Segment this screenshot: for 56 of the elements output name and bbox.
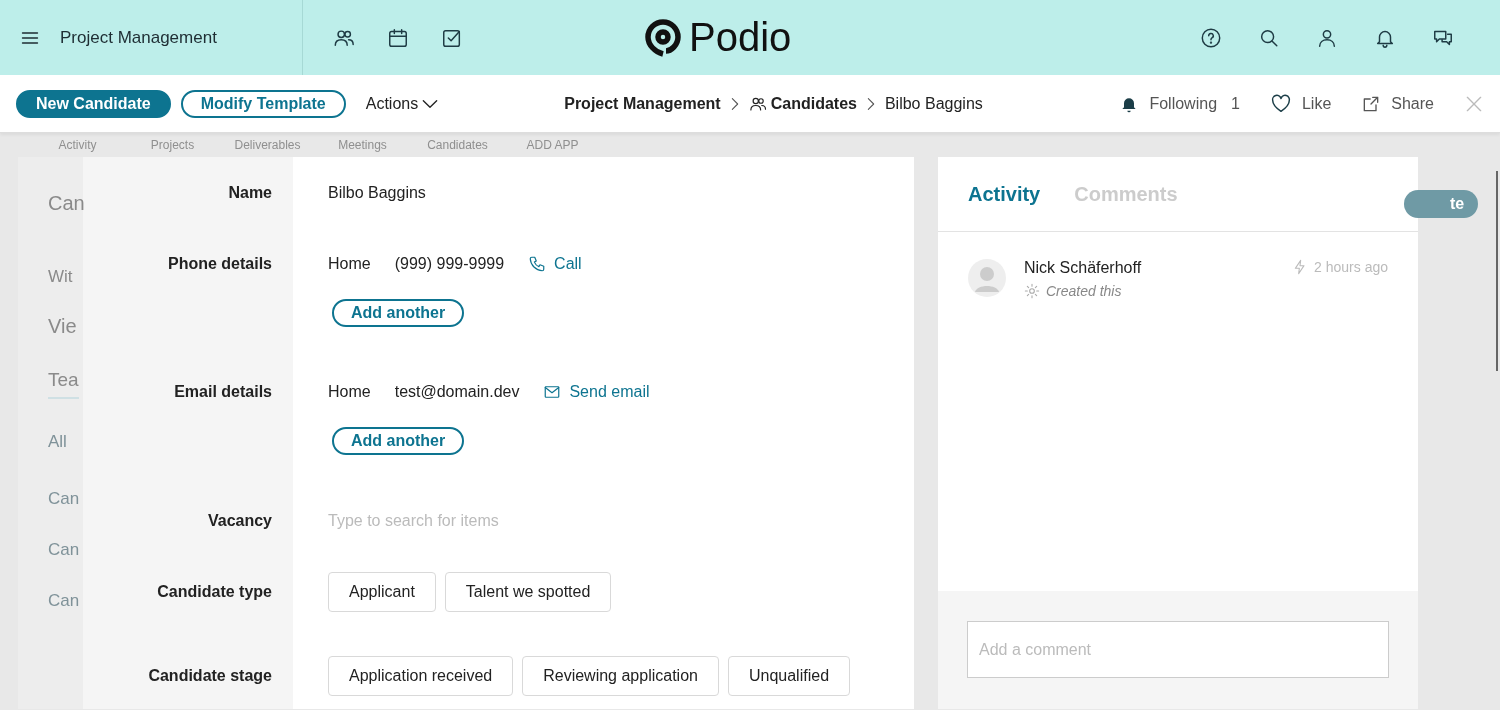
background-text: Vie [48,315,77,338]
background-text: Wit [48,267,73,287]
field-label: Vacancy [207,512,272,529]
activity-tab[interactable]: Activity [968,182,1041,206]
field-value: test@domain.dev [394,383,520,401]
field-label: Candidate type [157,583,272,600]
workspace-title: Project Management [60,27,217,48]
option-button[interactable]: Talent we spotted [444,572,612,612]
author-name: Nick Schäferhoff [1024,259,1142,277]
scrollbar[interactable] [1496,171,1498,371]
add-another-button[interactable]: Add another [332,299,465,327]
field-value: (999) 999-9999 [394,255,505,273]
field-label: Phone details [167,255,272,272]
field-label: Candidate stage [148,667,272,684]
help-button[interactable] [1200,26,1222,49]
contact-action-link[interactable]: Send email [543,383,650,401]
activity-action: Created this [1046,283,1122,299]
background-text: Tea [48,369,79,399]
actions-dropdown[interactable]: Actions [365,93,441,114]
breadcrumb-link[interactable]: Project Management [564,94,721,113]
envelope-icon [543,383,562,401]
heart-icon [1269,92,1292,115]
follower-count: 1 [1231,94,1240,113]
phone-icon [528,255,547,273]
field-label: Email details [174,383,272,400]
new-candidate-button[interactable]: New Candidate [16,89,171,118]
contact-action-link[interactable]: Call [528,255,582,273]
pin-logo-icon [645,18,681,57]
avatar-icon [968,259,1006,297]
timestamp: 2 hours ago [1314,259,1388,275]
field-value: Bilbo Baggins [328,184,426,202]
breadcrumb-link[interactable]: Bilbo Baggins [884,94,983,113]
option-button[interactable]: Application received [328,656,514,696]
background-text: Can [48,540,80,560]
contact-type: Home [328,255,371,273]
calendar-icon [387,26,409,49]
background-text: Can [48,192,85,215]
comment-field[interactable]: Add a comment [967,621,1389,678]
option-button[interactable]: Unqualified [727,656,851,696]
logo-text: Podio [689,15,792,60]
modify-template-button[interactable]: Modify Template [180,89,346,118]
search-field[interactable]: Type to search for items [328,512,728,530]
add-another-button[interactable]: Add another [332,427,465,455]
option-button[interactable]: Applicant [328,572,436,612]
calendar-button[interactable] [387,26,409,49]
breadcrumb-link[interactable]: Candidates [748,94,857,113]
like-button[interactable]: Like [1269,92,1332,115]
field-label: Name [228,184,272,201]
background-text: Can [48,591,80,611]
background-text: All [48,432,67,452]
help-icon [1200,26,1222,49]
share-button[interactable]: Share [1361,93,1434,114]
background-text: Can [48,489,80,509]
following-button[interactable]: Following [1119,93,1218,114]
option-button[interactable]: Reviewing application [522,656,719,696]
contact-type: Home [328,383,371,401]
